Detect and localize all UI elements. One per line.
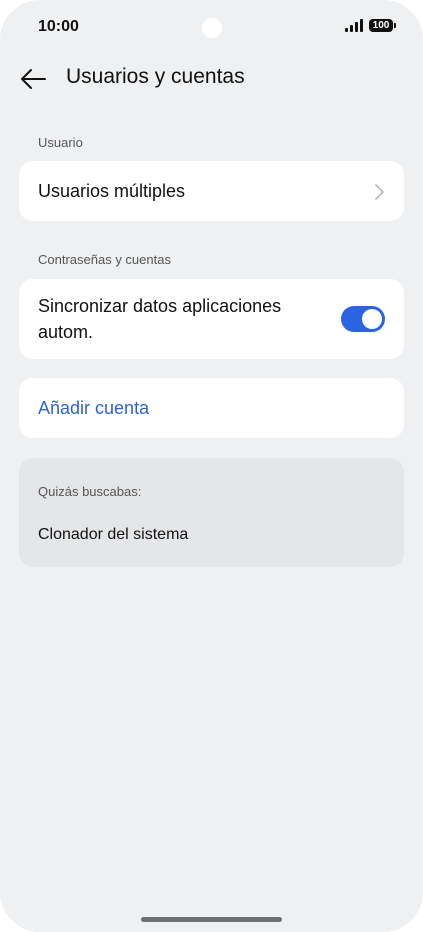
battery-icon: 100 [369,19,396,32]
add-account-link: Añadir cuenta [38,398,150,418]
home-indicator[interactable] [141,917,282,922]
multiple-users-label: Usuarios múltiples [38,181,186,201]
status-time: 10:00 [38,18,79,35]
multiple-users-item[interactable]: Usuarios múltiples [19,161,404,221]
back-button[interactable] [18,64,48,94]
sync-label-line2: autom. [38,322,94,342]
signal-icon [345,19,363,32]
phone-screen: 10:00 100 Usuarios y cuentas Usuario Usu… [0,0,423,932]
toggle-knob [362,309,382,329]
camera-cutout [202,18,222,38]
sync-data-item[interactable]: Sincronizar datos aplicaciones autom. [19,279,404,359]
section-label-user: Usuario [38,135,83,150]
arrow-left-icon [21,69,46,89]
app-header: Usuarios y cuentas [0,60,423,96]
sync-toggle[interactable] [341,306,385,332]
page-title: Usuarios y cuentas [66,65,245,88]
section-label-accounts: Contraseñas y cuentas [38,252,171,267]
suggestions-card: Quizás buscabas: Clonador del sistema [19,458,404,567]
suggestion-item[interactable]: Clonador del sistema [38,526,188,544]
add-account-item[interactable]: Añadir cuenta [19,378,404,438]
suggestions-label: Quizás buscabas: [38,484,142,499]
chevron-right-icon [375,184,384,200]
status-bar: 10:00 100 [0,0,423,56]
sync-label-line1: Sincronizar datos aplicaciones [38,296,282,316]
status-icons: 100 [345,19,396,32]
